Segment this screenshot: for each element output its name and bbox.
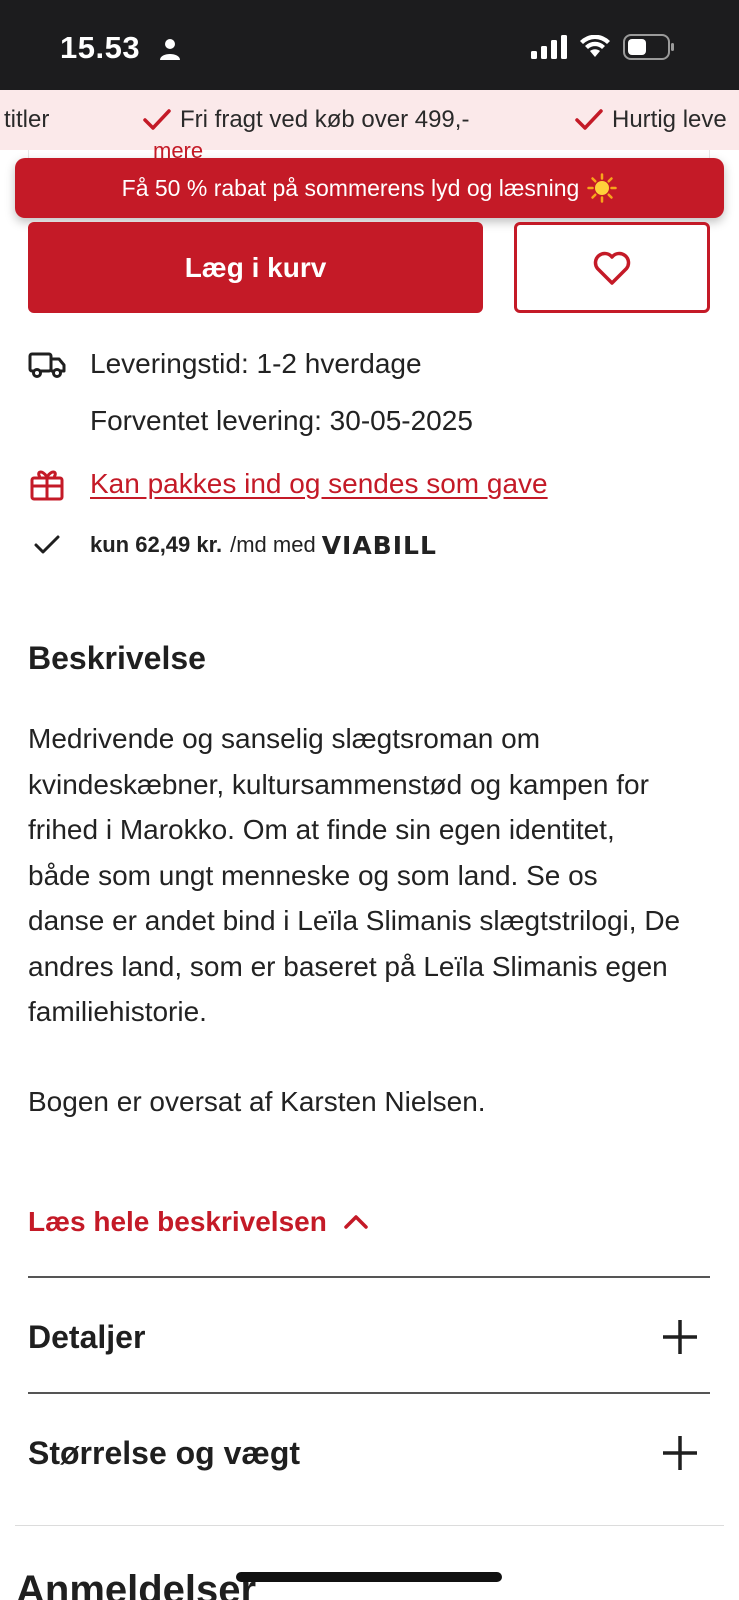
delivery-time: Leveringstid: 1-2 hverdage: [90, 348, 422, 379]
chevron-up-icon: [344, 1215, 368, 1229]
viabill-logo: VIABILL: [321, 530, 437, 560]
description-title: Beskrivelse: [28, 640, 206, 676]
accordion-details[interactable]: Detaljer: [28, 1282, 710, 1392]
usp-item: Hurtig leve: [574, 106, 727, 134]
battery-icon: [623, 34, 674, 60]
heart-icon: [593, 251, 631, 285]
check-icon: [575, 109, 603, 130]
wishlist-button[interactable]: [514, 222, 710, 313]
expected-delivery: Forventet levering: 30-05-2025: [90, 405, 473, 436]
truck-icon: [28, 352, 66, 378]
expected-delivery-row: Forventet levering: 30-05-2025: [90, 405, 473, 437]
check-icon: [34, 535, 60, 554]
accordion-size-weight[interactable]: Størrelse og vægt: [28, 1398, 710, 1508]
usp-item: titler: [4, 106, 50, 133]
status-indicators: [531, 34, 675, 60]
check-icon: [143, 109, 171, 130]
viabill-row: kun 62,49 kr. /md med VIABILL: [28, 526, 437, 564]
usp-item: Fri fragt ved køb over 499,-: [142, 106, 469, 134]
gift-icon: [30, 470, 64, 501]
read-more-label: Læs hele beskrivelsen: [28, 1206, 327, 1237]
divider: [28, 1392, 710, 1394]
promo-banner[interactable]: Få 50 % rabat på sommerens lyd og læsnin…: [15, 158, 724, 218]
plus-icon: [663, 1436, 697, 1470]
accordion-title: Detaljer: [28, 1318, 146, 1355]
promo-text: Få 50 % rabat på sommerens lyd og læsnin…: [121, 174, 580, 201]
delivery-time-row: Leveringstid: 1-2 hverdage: [28, 345, 422, 383]
add-to-cart-button[interactable]: Læg i kurv: [28, 222, 483, 313]
description-text: Medrivende og sanselig slægtsroman om kv…: [28, 723, 681, 1027]
wifi-icon: [580, 35, 610, 57]
status-bar: 15.53: [0, 0, 739, 90]
plus-icon: [663, 1320, 697, 1354]
read-full-description-link[interactable]: Læs hele beskrivelsen: [28, 1206, 369, 1238]
viabill-suffix: /md med: [230, 532, 316, 557]
status-time: 15.53: [60, 30, 141, 65]
gift-wrap-link[interactable]: Kan pakkes ind og sendes som gave: [90, 468, 548, 500]
gift-row[interactable]: Kan pakkes ind og sendes som gave: [28, 465, 548, 503]
accordion-title: Størrelse og vægt: [28, 1434, 301, 1471]
sun-icon: [587, 173, 618, 203]
translator-note: Bogen er oversat af Karsten Nielsen.: [28, 1086, 486, 1117]
home-indicator[interactable]: [236, 1572, 502, 1582]
section-divider: [15, 1525, 724, 1526]
signal-icon: [531, 35, 567, 59]
reviews-title: Anmeldelser: [16, 1568, 257, 1600]
person-icon: [160, 39, 180, 60]
divider: [28, 1276, 710, 1278]
usp-ticker: titler Fri fragt ved køb over 499,- Hurt…: [0, 90, 739, 150]
viabill-price: kun 62,49 kr.: [90, 532, 223, 557]
